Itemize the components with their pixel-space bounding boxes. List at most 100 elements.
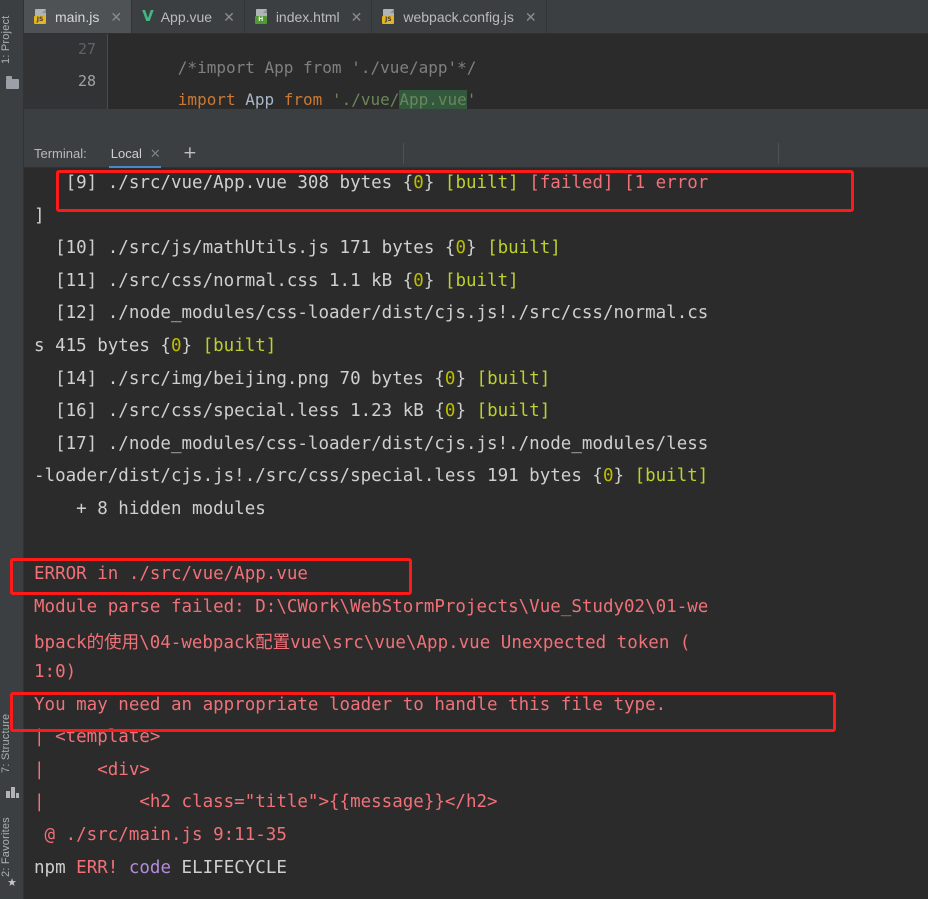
js-file-icon: JS [34,9,48,24]
terminal-text: } [181,336,203,356]
editor-tab-main-js[interactable]: JS main.js ✕ [24,0,133,33]
terminal-line-loader-hint: You may need an appropriate loader to ha… [34,695,666,715]
ide-window: 1: Project 7: Structure 2: Favorites ★ J… [0,0,928,899]
terminal-text: [built] [476,368,551,389]
js-file-badge: JS [34,16,46,24]
terminal-text: 0 [444,401,456,422]
editor-tab-index-html[interactable]: H index.html ✕ [245,0,373,33]
terminal-line-mod-12: [12] ./node_modules/css-loader/dist/cjs.… [34,303,708,323]
editor-tab-webpack-config-js[interactable]: JS webpack.config.js ✕ [372,0,547,33]
editor-gutter[interactable]: 27 28 [24,34,108,109]
terminal-line-parse-failed-3: 1:0) [34,662,76,682]
terminal-line-parse-failed-2: bpack的使用\04-webpack配置vue\src\vue\App.vue… [34,629,690,654]
close-icon[interactable]: ✕ [150,146,161,162]
close-icon[interactable]: ✕ [351,10,363,24]
terminal-text: | <div> [34,759,150,780]
toolbar-divider [403,143,404,164]
terminal-output[interactable]: [9] ./src/vue/App.vue 308 bytes { 0} [bui… [24,168,928,899]
terminal-text: [built] [634,466,709,487]
terminal-line-at-mainjs: @ ./src/main.js 9:11-35 [34,825,287,845]
terminal-line-npm-err: npm ERR! code ELIFECYCLE [34,858,287,878]
terminal-text: @ ./src/main.js 9:11-35 [34,825,287,845]
terminal-line-mod-10: [10] ./src/js/mathUtils.js 171 bytes {0}… [34,238,561,258]
terminal-text: [17] ./node_modules/css-loader/dist/cjs.… [34,433,709,454]
terminal-line-src-template: | <template> [34,727,160,747]
terminal-text: code [128,857,172,878]
terminal-text: [built] [444,173,519,193]
structure-icon[interactable] [0,787,24,803]
terminal-line-parse-failed-1: Module parse failed: D:\CWork\WebStormPr… [34,597,708,617]
terminal-line-mod-14: [14] ./src/img/beijing.png 70 bytes {0} … [34,369,550,389]
js-file-icon: JS [382,9,396,24]
terminal-text: | <template> [34,727,161,748]
terminal-line-src-div: | <div> [34,760,150,780]
editor-tab-label: index.html [275,8,340,25]
terminal-text: } [613,466,635,487]
terminal-text: ERROR in ./src/vue/App.vue [34,564,308,585]
code-editor[interactable]: 27 28 /*import App from './vue/app'*/ im… [24,34,928,109]
terminal-line-hidden-modules: + 8 hidden modules [34,499,266,519]
vue-file-icon: V [142,7,154,25]
folder-icon[interactable] [0,76,24,94]
terminal-text: 0 [170,336,182,356]
keyword-from: from [283,90,323,109]
terminal-line-src-h2: | <h2 class="title">{{message}}</h2> [34,792,498,812]
terminal-text: [9] ./src/vue/App.vue 308 bytes { [34,173,414,193]
terminal-line-mod-12-cont: s 415 bytes {0} [built] [34,336,276,356]
terminal-text: | <h2 class="title">{{message}}</h2> [34,792,498,813]
terminal-text: } [455,401,477,422]
editor-tab-label: main.js [55,8,100,25]
terminal-line-mod-17-cont: -loader/dist/cjs.js!./src/css/special.le… [34,466,708,486]
close-icon[interactable]: ✕ [525,10,537,24]
star-icon[interactable]: ★ [0,874,24,889]
terminal-line-mod-9-cont: ] [34,206,45,226]
identifier-app: App [235,90,284,109]
editor-terminal-gap [24,109,928,140]
left-tool-strip: 1: Project 7: Structure 2: Favorites ★ [0,0,24,899]
terminal-text: 0 [444,368,456,389]
line-number: 28 [77,72,96,90]
terminal-text: bpack的使用\04-webpack配置vue\src\vue\App.vue… [34,633,691,654]
terminal-text: Module parse failed: D:\CWork\WebStormPr… [34,596,709,617]
terminal-text: + 8 hidden modules [34,499,266,519]
new-terminal-tab-icon[interactable]: + [183,145,197,162]
terminal-line-mod-9: [9] ./src/vue/App.vue 308 bytes {0} [bui… [34,173,709,193]
close-icon[interactable]: ✕ [223,10,235,24]
terminal-text: You may need an appropriate loader to ha… [34,694,667,715]
terminal-text: 0 [413,270,424,291]
terminal-text: [built] [487,238,561,259]
terminal-text: s 415 bytes { [34,336,171,356]
tool-window-button-structure[interactable]: 7: Structure [0,700,24,786]
string-path-prefix: './vue/ [322,90,400,109]
terminal-text: -loader/dist/cjs.js!./src/css/special.le… [34,466,603,487]
keyword-import: import [177,90,236,109]
editor-tab-app-vue[interactable]: V App.vue ✕ [132,0,245,33]
terminal-text: [11] ./src/css/normal.css 1.1 kB { [34,270,414,291]
editor-tab-bar: JS main.js ✕ V App.vue ✕ H index.html ✕ … [24,0,928,34]
terminal-text: 1:0) [34,662,77,682]
terminal-text: } [423,173,445,193]
terminal-title: Terminal: [34,146,87,161]
html-file-badge: H [254,16,267,24]
html-file-icon: H [254,9,269,24]
terminal-tool-window-header: Terminal: Local ✕ + [24,140,928,168]
terminal-text: } [455,368,477,389]
terminal-text: [failed] [1 error [529,173,709,193]
js-file-badge: JS [382,16,395,24]
line-number: 27 [77,40,96,58]
terminal-text: 0 [455,238,466,259]
editor-tab-label: App.vue [160,8,213,25]
terminal-line-blank-1 [34,532,45,552]
tool-window-button-project[interactable]: 1: Project [0,6,24,74]
terminal-line-error-header: ERROR in ./src/vue/App.vue [34,564,308,584]
terminal-line-mod-17: [17] ./node_modules/css-loader/dist/cjs.… [34,434,708,454]
close-icon[interactable]: ✕ [110,10,122,24]
terminal-tab-local[interactable]: Local ✕ [108,140,167,168]
terminal-text: npm [34,857,77,878]
terminal-line-mod-16: [16] ./src/css/special.less 1.23 kB {0} … [34,401,550,421]
editor-tab-label: webpack.config.js [403,8,514,25]
terminal-text: [built] [444,270,519,291]
